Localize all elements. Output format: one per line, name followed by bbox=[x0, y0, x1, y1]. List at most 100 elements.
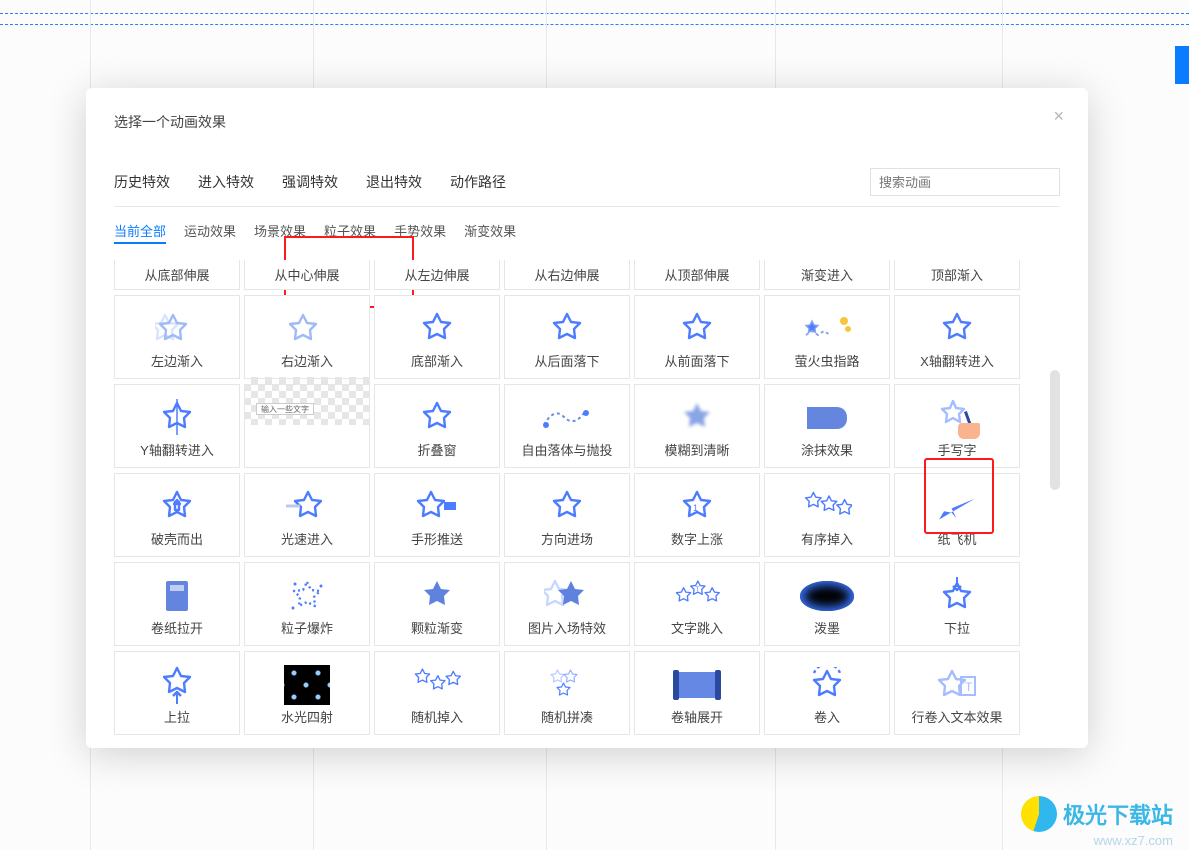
effect-label: 从右边伸展 bbox=[534, 265, 599, 284]
effect-card[interactable]: 从顶部伸展 bbox=[634, 260, 760, 290]
subtab-motion[interactable]: 运动效果 bbox=[184, 221, 236, 244]
scrollbar-thumb[interactable] bbox=[1050, 370, 1060, 490]
effect-card[interactable]: 卷纸拉开 bbox=[114, 562, 240, 646]
effect-label: 左边渐入 bbox=[151, 351, 203, 370]
ink-icon bbox=[800, 581, 854, 611]
search-input[interactable] bbox=[870, 168, 1060, 196]
subtab-all[interactable]: 当前全部 bbox=[114, 221, 166, 244]
effect-card[interactable]: 涂抹效果 bbox=[764, 384, 890, 468]
effect-card[interactable]: 方向进场 bbox=[504, 473, 630, 557]
scroll-icon bbox=[676, 672, 718, 698]
effect-label: X轴翻转进入 bbox=[920, 351, 994, 370]
effect-label: 自由落体与抛投 bbox=[521, 440, 612, 459]
effect-card[interactable]: 水光四射 bbox=[244, 651, 370, 735]
effect-label: 卷轴展开 bbox=[671, 707, 723, 726]
effect-card[interactable]: X轴翻转进入 bbox=[894, 295, 1020, 379]
selection-edge[interactable] bbox=[1175, 46, 1189, 84]
watermark: 极光下载站 bbox=[1021, 796, 1173, 832]
effect-card[interactable]: 泼墨 bbox=[764, 562, 890, 646]
effect-card[interactable]: 从右边伸展 bbox=[504, 260, 630, 290]
effect-label: 下拉 bbox=[944, 618, 970, 637]
effect-card[interactable]: 从前面落下 bbox=[634, 295, 760, 379]
watermark-url: www.xz7.com bbox=[1094, 833, 1173, 848]
effect-label: 随机拼凑 bbox=[541, 707, 593, 726]
effect-card[interactable]: T文字跳入 bbox=[634, 562, 760, 646]
effect-card[interactable]: 下拉 bbox=[894, 562, 1020, 646]
watermark-text: 极光下载站 bbox=[1063, 798, 1173, 830]
effect-label: 文字跳入 bbox=[671, 618, 723, 637]
effect-card[interactable]: 粒子爆炸 bbox=[244, 562, 370, 646]
effect-card[interactable]: 随机掉入 bbox=[374, 651, 500, 735]
effect-card[interactable]: 手形推送 bbox=[374, 473, 500, 557]
effect-card[interactable]: 上拉 bbox=[114, 651, 240, 735]
effect-label: 图片入场特效 bbox=[528, 618, 606, 637]
effect-label: Y轴翻转进入 bbox=[140, 440, 214, 459]
effect-label: 顶部渐入 bbox=[931, 265, 983, 284]
effect-card[interactable]: 随机拼凑 bbox=[504, 651, 630, 735]
tab-enter[interactable]: 进入特效 bbox=[198, 172, 254, 192]
effect-card[interactable]: 有序掉入 bbox=[764, 473, 890, 557]
effect-label: 底部渐入 bbox=[411, 351, 463, 370]
subtab-gradient[interactable]: 渐变效果 bbox=[464, 221, 516, 244]
effect-label: 从后面落下 bbox=[534, 351, 599, 370]
effect-label: 涂抹效果 bbox=[801, 440, 853, 459]
tab-emphasis[interactable]: 强调特效 bbox=[282, 172, 338, 192]
watermark-icon bbox=[1021, 796, 1057, 832]
paper-icon bbox=[166, 581, 188, 611]
main-tabs: 历史特效 进入特效 强调特效 退出特效 动作路径 bbox=[114, 168, 1060, 207]
effect-card[interactable]: 卷轴展开 bbox=[634, 651, 760, 735]
handwrite-icon bbox=[938, 399, 976, 437]
effect-card[interactable]: 从后面落下 bbox=[504, 295, 630, 379]
effect-label: 手写字 bbox=[937, 440, 976, 459]
svg-text:T: T bbox=[965, 680, 973, 694]
effect-card[interactable]: 1数字上涨 bbox=[634, 473, 760, 557]
effect-card[interactable]: 渐变进入 bbox=[764, 260, 890, 290]
brush-icon bbox=[807, 407, 847, 429]
guide-line bbox=[0, 13, 1189, 14]
effect-label: 随机掉入 bbox=[411, 707, 463, 726]
effect-label: 破壳而出 bbox=[151, 529, 203, 548]
effect-card[interactable]: 颗粒渐变 bbox=[374, 562, 500, 646]
effect-card[interactable]: 图片入场特效 bbox=[504, 562, 630, 646]
effect-card[interactable]: 从中心伸展 bbox=[244, 260, 370, 290]
effect-card[interactable]: 自由落体与抛投 bbox=[504, 384, 630, 468]
effect-card[interactable]: 模糊到清晰 bbox=[634, 384, 760, 468]
tab-motionpath[interactable]: 动作路径 bbox=[450, 172, 506, 192]
effect-label: 渐变进入 bbox=[801, 265, 853, 284]
effect-card[interactable]: T 行卷入文本效果 bbox=[894, 651, 1020, 735]
effect-card[interactable]: 顶部渐入 bbox=[894, 260, 1020, 290]
effect-label: 方向进场 bbox=[541, 529, 593, 548]
effect-card[interactable]: 光速进入 bbox=[244, 473, 370, 557]
effect-label: 卷入 bbox=[814, 707, 840, 726]
effects-grid[interactable]: 从底部伸展 从中心伸展 从左边伸展 从右边伸展 从顶部伸展 渐变进入 顶部渐入 … bbox=[114, 260, 1060, 736]
effect-card[interactable]: 萤火虫指路 bbox=[764, 295, 890, 379]
effect-card[interactable]: 从左边伸展 bbox=[374, 260, 500, 290]
effect-label: 卷纸拉开 bbox=[151, 618, 203, 637]
effect-card[interactable]: 从底部伸展 bbox=[114, 260, 240, 290]
effect-label: 从前面落下 bbox=[664, 351, 729, 370]
effect-label: 颗粒渐变 bbox=[411, 618, 463, 637]
effect-card[interactable]: 折叠窗 bbox=[374, 384, 500, 468]
effect-label: 粒子爆炸 bbox=[281, 618, 333, 637]
effect-card[interactable]: Y轴翻转进入 bbox=[114, 384, 240, 468]
effect-label: 有序掉入 bbox=[801, 529, 853, 548]
close-button[interactable]: × bbox=[1053, 106, 1064, 127]
placeholder-text: 输入一些文字 bbox=[256, 403, 314, 415]
effect-card[interactable]: 输入一些文字 bbox=[244, 384, 370, 468]
effect-label: 水光四射 bbox=[281, 707, 333, 726]
effect-card-handwrite[interactable]: 手写字 bbox=[894, 384, 1020, 468]
effect-label: 模糊到清晰 bbox=[664, 440, 729, 459]
effect-card[interactable]: 左边渐入 bbox=[114, 295, 240, 379]
effect-label: 从中心伸展 bbox=[274, 265, 339, 284]
sub-tabs: 当前全部 运动效果 场景效果 粒子效果 手势效果 渐变效果 bbox=[114, 221, 1060, 252]
effect-card[interactable]: 右边渐入 bbox=[244, 295, 370, 379]
effect-card[interactable]: 卷入 bbox=[764, 651, 890, 735]
effect-card[interactable]: 破壳而出 bbox=[114, 473, 240, 557]
effect-card[interactable]: 底部渐入 bbox=[374, 295, 500, 379]
effect-label: 上拉 bbox=[164, 707, 190, 726]
effect-label: 行卷入文本效果 bbox=[911, 707, 1002, 726]
tab-exit[interactable]: 退出特效 bbox=[366, 172, 422, 192]
tab-history[interactable]: 历史特效 bbox=[114, 172, 170, 192]
dialog-title: 选择一个动画效果 bbox=[114, 112, 1060, 132]
effect-label: 从顶部伸展 bbox=[664, 265, 729, 284]
